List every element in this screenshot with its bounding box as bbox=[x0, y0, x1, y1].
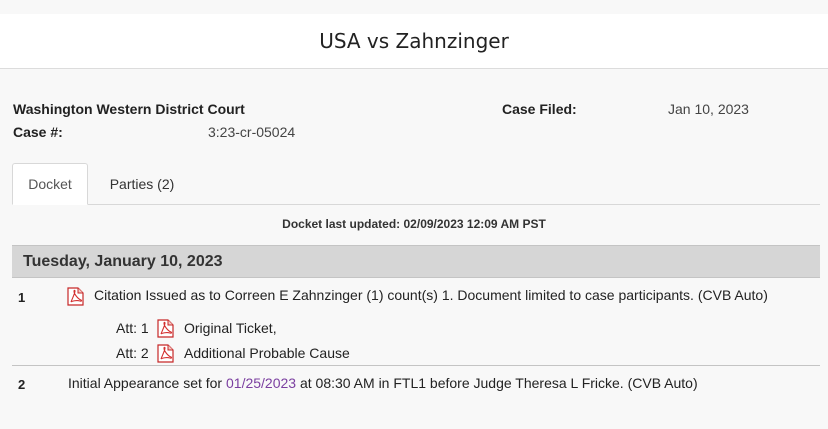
entry-divider bbox=[12, 365, 820, 366]
entry-text-after: at 08:30 AM in FTL1 before Judge Theresa… bbox=[296, 375, 698, 391]
attachment-name[interactable]: Original Ticket, bbox=[184, 320, 277, 336]
hearing-date-link[interactable]: 01/25/2023 bbox=[226, 375, 296, 391]
page-header: USA vs Zahnzinger bbox=[0, 14, 828, 69]
entry-number: 2 bbox=[18, 377, 26, 392]
case-number: 3:23-cr-05024 bbox=[208, 124, 296, 140]
entry-number: 1 bbox=[18, 290, 26, 305]
pdf-icon[interactable] bbox=[66, 287, 85, 306]
page-title: USA vs Zahnzinger bbox=[319, 29, 509, 53]
case-number-label: Case #: bbox=[13, 124, 63, 140]
attachment-name[interactable]: Additional Probable Cause bbox=[184, 345, 350, 361]
tab-docket[interactable]: Docket bbox=[12, 163, 88, 205]
entry-description: Initial Appearance set for 01/25/2023 at… bbox=[68, 375, 698, 391]
day-heading: Tuesday, January 10, 2023 bbox=[12, 245, 820, 278]
tab-bar: Docket Parties (2) bbox=[12, 163, 820, 205]
case-filed-label: Case Filed: bbox=[502, 101, 577, 117]
attachment-label: Att: 2 bbox=[116, 345, 149, 361]
entry-description: Citation Issued as to Correen E Zahnzing… bbox=[94, 287, 768, 303]
tab-parties[interactable]: Parties (2) bbox=[92, 163, 192, 205]
pdf-icon[interactable] bbox=[156, 319, 175, 338]
entry-text-before: Initial Appearance set for bbox=[68, 375, 226, 391]
pdf-icon[interactable] bbox=[156, 344, 175, 363]
docket-updated: Docket last updated: 02/09/2023 12:09 AM… bbox=[282, 217, 546, 231]
attachment-label: Att: 1 bbox=[116, 320, 149, 336]
case-filed-date: Jan 10, 2023 bbox=[668, 101, 749, 117]
court-name: Washington Western District Court bbox=[13, 101, 245, 117]
